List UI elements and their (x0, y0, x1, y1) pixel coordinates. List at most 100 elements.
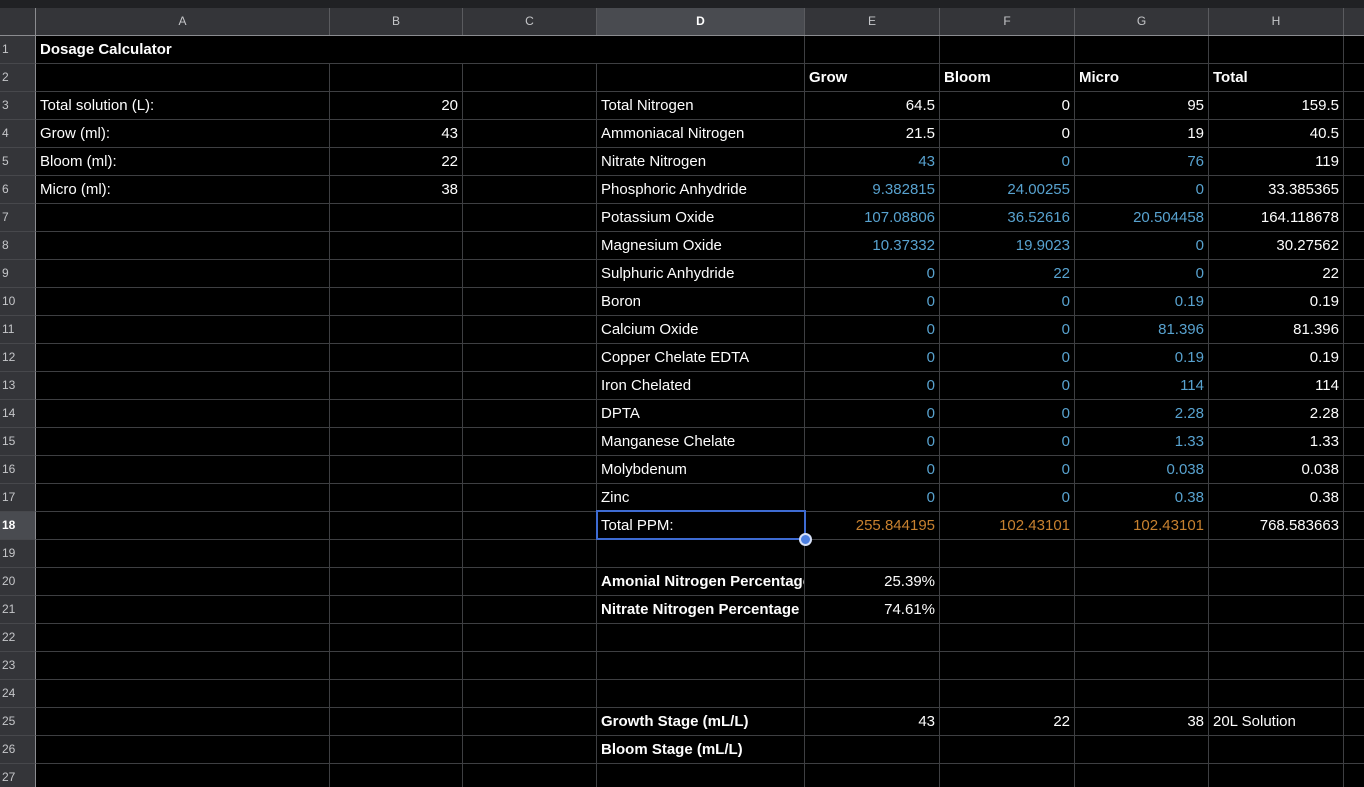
cell-B9[interactable] (330, 260, 463, 288)
cell-D8[interactable]: Magnesium Oxide (597, 232, 805, 260)
cell-D3[interactable]: Total Nitrogen (597, 92, 805, 120)
cell-stub-7[interactable] (1344, 204, 1364, 232)
cell-F5[interactable]: 0 (940, 148, 1075, 176)
cell-B16[interactable] (330, 456, 463, 484)
cell-B3[interactable]: 20 (330, 92, 463, 120)
cell-H1[interactable] (1209, 36, 1344, 64)
cell-stub-4[interactable] (1344, 120, 1364, 148)
cell-F4[interactable]: 0 (940, 120, 1075, 148)
cell-D7[interactable]: Potassium Oxide (597, 204, 805, 232)
cell-C21[interactable] (463, 596, 597, 624)
cell-E11[interactable]: 0 (805, 316, 940, 344)
row-header-3[interactable]: 3 (0, 92, 36, 120)
cell-D4[interactable]: Ammoniacal Nitrogen (597, 120, 805, 148)
cell-C24[interactable] (463, 680, 597, 708)
cell-G21[interactable] (1075, 596, 1209, 624)
row-header-11[interactable]: 11 (0, 316, 36, 344)
select-all-corner[interactable] (0, 8, 36, 35)
cell-F1[interactable] (940, 36, 1075, 64)
cell-C25[interactable] (463, 708, 597, 736)
cell-G10[interactable]: 0.19 (1075, 288, 1209, 316)
cell-E22[interactable] (805, 624, 940, 652)
cell-B26[interactable] (330, 736, 463, 764)
cell-D14[interactable]: DPTA (597, 400, 805, 428)
cell-G23[interactable] (1075, 652, 1209, 680)
cell-C6[interactable] (463, 176, 597, 204)
cell-G1[interactable] (1075, 36, 1209, 64)
row-header-7[interactable]: 7 (0, 204, 36, 232)
cell-C27[interactable] (463, 764, 597, 787)
cell-stub-12[interactable] (1344, 344, 1364, 372)
cell-stub-23[interactable] (1344, 652, 1364, 680)
cell-G11[interactable]: 81.396 (1075, 316, 1209, 344)
cell-E1[interactable] (805, 36, 940, 64)
cell-E12[interactable]: 0 (805, 344, 940, 372)
cell-stub-6[interactable] (1344, 176, 1364, 204)
cell-G5[interactable]: 76 (1075, 148, 1209, 176)
cell-A18[interactable] (36, 512, 330, 540)
cell-G27[interactable] (1075, 764, 1209, 787)
row-header-16[interactable]: 16 (0, 456, 36, 484)
row-header-2[interactable]: 2 (0, 64, 36, 92)
cell-stub-19[interactable] (1344, 540, 1364, 568)
cell-F2[interactable]: Bloom (940, 64, 1075, 92)
cell-stub-3[interactable] (1344, 92, 1364, 120)
row-header-12[interactable]: 12 (0, 344, 36, 372)
cell-G15[interactable]: 1.33 (1075, 428, 1209, 456)
cell-G6[interactable]: 0 (1075, 176, 1209, 204)
cell-E16[interactable]: 0 (805, 456, 940, 484)
cell-B22[interactable] (330, 624, 463, 652)
row-header-26[interactable]: 26 (0, 736, 36, 764)
cell-B23[interactable] (330, 652, 463, 680)
cell-H27[interactable] (1209, 764, 1344, 787)
column-header-H[interactable]: H (1209, 8, 1344, 35)
cell-F19[interactable] (940, 540, 1075, 568)
cell-H5[interactable]: 119 (1209, 148, 1344, 176)
cell-E14[interactable]: 0 (805, 400, 940, 428)
cell-H6[interactable]: 33.385365 (1209, 176, 1344, 204)
cell-C5[interactable] (463, 148, 597, 176)
cell-A25[interactable] (36, 708, 330, 736)
cell-D19[interactable] (597, 540, 805, 568)
cell-H11[interactable]: 81.396 (1209, 316, 1344, 344)
row-header-21[interactable]: 21 (0, 596, 36, 624)
cell-D26[interactable]: Bloom Stage (mL/L) (597, 736, 805, 764)
cell-B7[interactable] (330, 204, 463, 232)
cell-E18[interactable]: 255.844195 (805, 512, 940, 540)
cell-stub-15[interactable] (1344, 428, 1364, 456)
row-header-8[interactable]: 8 (0, 232, 36, 260)
cell-H10[interactable]: 0.19 (1209, 288, 1344, 316)
cell-stub-2[interactable] (1344, 64, 1364, 92)
cell-stub-13[interactable] (1344, 372, 1364, 400)
cell-B21[interactable] (330, 596, 463, 624)
column-header-stub[interactable] (1344, 8, 1364, 35)
cell-A4[interactable]: Grow (ml): (36, 120, 330, 148)
cell-G13[interactable]: 114 (1075, 372, 1209, 400)
cell-H4[interactable]: 40.5 (1209, 120, 1344, 148)
cell-F23[interactable] (940, 652, 1075, 680)
cell-B20[interactable] (330, 568, 463, 596)
cell-stub-18[interactable] (1344, 512, 1364, 540)
cell-C10[interactable] (463, 288, 597, 316)
cell-H24[interactable] (1209, 680, 1344, 708)
cell-F26[interactable] (940, 736, 1075, 764)
cell-A8[interactable] (36, 232, 330, 260)
row-header-20[interactable]: 20 (0, 568, 36, 596)
cell-G20[interactable] (1075, 568, 1209, 596)
cell-A17[interactable] (36, 484, 330, 512)
cell-D20[interactable]: Amonial Nitrogen Percentage (597, 568, 805, 596)
cell-E6[interactable]: 9.382815 (805, 176, 940, 204)
cell-stub-9[interactable] (1344, 260, 1364, 288)
cell-F20[interactable] (940, 568, 1075, 596)
cell-F9[interactable]: 22 (940, 260, 1075, 288)
cell-E5[interactable]: 43 (805, 148, 940, 176)
cell-E10[interactable]: 0 (805, 288, 940, 316)
cell-B18[interactable] (330, 512, 463, 540)
cell-D9[interactable]: Sulphuric Anhydride (597, 260, 805, 288)
cell-H22[interactable] (1209, 624, 1344, 652)
cell-stub-16[interactable] (1344, 456, 1364, 484)
cell-stub-11[interactable] (1344, 316, 1364, 344)
cell-E15[interactable]: 0 (805, 428, 940, 456)
row-header-14[interactable]: 14 (0, 400, 36, 428)
row-header-24[interactable]: 24 (0, 680, 36, 708)
